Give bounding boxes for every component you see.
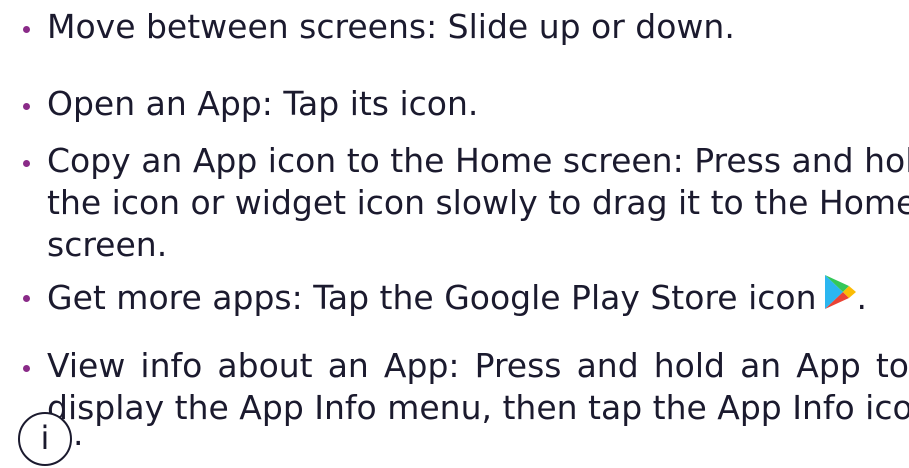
bullet-dot bbox=[23, 103, 30, 110]
instruction-line: Copy an App icon to the Home screen: Pre… bbox=[47, 141, 909, 180]
instruction-line: screen. bbox=[47, 225, 168, 264]
bullet-dot bbox=[23, 365, 30, 372]
instruction-line: Open an App: Tap its icon. bbox=[47, 84, 479, 123]
bullet-dot bbox=[23, 160, 30, 167]
bullet-dot bbox=[23, 295, 30, 302]
instruction-line: View info about an App: Press and hold a… bbox=[47, 346, 909, 385]
bullet-dot bbox=[23, 26, 30, 33]
instruction-line: . bbox=[73, 414, 84, 453]
instruction-line: display the App Info menu, then tap the … bbox=[47, 388, 909, 427]
instruction-line: the icon or widget icon slowly to drag i… bbox=[47, 183, 909, 222]
instruction-line: Move between screens: Slide up or down. bbox=[47, 7, 735, 46]
instruction-text: . bbox=[856, 278, 868, 317]
instruction-text: Get more apps: Tap the Google Play Store… bbox=[47, 278, 817, 317]
instruction-line: Get more apps: Tap the Google Play Store… bbox=[47, 273, 868, 323]
app-info-icon: i bbox=[18, 412, 72, 466]
google-play-store-icon bbox=[823, 273, 857, 320]
